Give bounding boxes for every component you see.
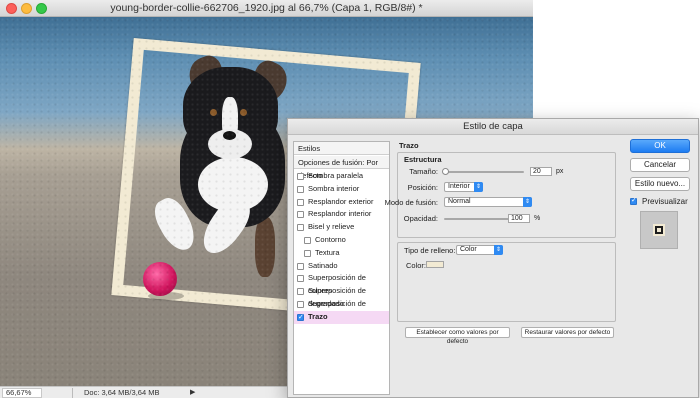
document-size-info: Doc: 3,64 MB/3,64 MB: [84, 388, 160, 397]
dog-eye-right: [240, 109, 247, 116]
fill-type-group: Tipo de relleno: Color ⇕ Color:: [397, 242, 616, 322]
style-item-label: Trazo: [308, 311, 328, 321]
style-preview-thumbnail: [640, 211, 678, 249]
style-item-checkbox[interactable]: [297, 211, 304, 219]
style-item-label: Resplandor interior: [308, 209, 372, 219]
stroke-color-swatch[interactable]: [426, 261, 444, 268]
structure-title: Estructura: [404, 155, 442, 164]
size-slider-thumb[interactable]: [442, 168, 449, 175]
style-item-label: Sombra interior: [308, 183, 360, 193]
blend-mode-value: Normal: [448, 198, 471, 205]
style-item-label: Resplandor exterior: [308, 196, 374, 206]
chevron-updown-icon: ⇕: [523, 197, 532, 207]
style-item-checkbox[interactable]: [304, 249, 311, 257]
style-item-checkbox[interactable]: [304, 237, 311, 244]
style-item-checkbox[interactable]: [297, 185, 304, 193]
fill-type-label: Tipo de relleno:: [404, 246, 456, 255]
position-select[interactable]: Interior ⇕: [444, 182, 483, 192]
pink-ball: [143, 262, 177, 296]
size-input[interactable]: 20: [530, 167, 552, 176]
style-item-checkbox[interactable]: [297, 224, 304, 232]
style-item[interactable]: Trazo: [294, 310, 389, 325]
new-style-button[interactable]: Estilo nuevo...: [630, 177, 690, 191]
set-default-button[interactable]: Establecer como valores por defecto: [405, 327, 510, 345]
stroke-section-title: Trazo: [399, 141, 419, 150]
style-item-checkbox[interactable]: [297, 275, 304, 283]
style-item[interactable]: Superposición de motivo: [294, 298, 389, 321]
style-item[interactable]: Resplandor interior: [294, 208, 389, 221]
document-title: young-border-collie-662706_1920.jpg al 6…: [110, 2, 423, 14]
layer-style-dialog: Estilo de capa Estilos Opciones de fusió…: [287, 118, 699, 398]
position-value: Interior: [448, 183, 470, 190]
ok-button[interactable]: OK: [630, 139, 690, 153]
style-item-checkbox[interactable]: [297, 198, 304, 206]
zoom-field[interactable]: 66,67%: [2, 388, 42, 398]
size-slider-track[interactable]: [444, 171, 524, 173]
preview-swatch: [653, 224, 665, 236]
chevron-updown-icon: ⇕: [494, 245, 503, 255]
opacity-input[interactable]: 100: [508, 214, 530, 223]
preview-checkbox[interactable]: [630, 196, 637, 205]
opacity-unit: %: [534, 215, 541, 222]
stroke-panel: Trazo Estructura Tamaño: 20 px Posición:…: [385, 138, 618, 393]
style-item[interactable]: Satinado: [294, 260, 389, 273]
size-unit: px: [556, 168, 564, 175]
dog-nose: [223, 131, 236, 140]
style-item[interactable]: Superposición de degradado: [294, 285, 389, 308]
structure-group: Estructura Tamaño: 20 px Posición: Inter…: [385, 152, 616, 238]
style-item-checkbox[interactable]: [297, 262, 304, 270]
fill-type-select[interactable]: Color ⇕: [456, 245, 503, 255]
chevron-updown-icon: ⇕: [474, 182, 483, 192]
preview-toggle[interactable]: Previsualizar: [630, 196, 698, 208]
color-label: Color:: [406, 261, 427, 270]
blend-mode-label: Modo de fusión:: [384, 198, 438, 207]
blend-mode-select[interactable]: Normal ⇕: [444, 197, 532, 207]
dog-eye-left: [210, 109, 217, 116]
style-item[interactable]: Resplandor exterior: [294, 196, 389, 209]
style-item-checkbox[interactable]: [297, 173, 304, 180]
style-item-label: Textura: [315, 247, 340, 257]
status-divider: [72, 388, 73, 398]
styles-list: Estilos Opciones de fusión: Por defecto …: [293, 141, 390, 395]
status-menu-arrow-icon[interactable]: ▶: [190, 388, 195, 398]
size-label: Tamaño:: [409, 167, 438, 176]
style-item-label: Contorno: [315, 235, 346, 244]
style-item-checkbox[interactable]: [297, 288, 304, 296]
style-item[interactable]: Bisel y relieve: [294, 221, 389, 234]
style-item[interactable]: Contorno: [294, 234, 389, 247]
style-item-checkbox[interactable]: [297, 312, 304, 325]
style-item-checkbox[interactable]: [297, 301, 304, 308]
blending-options-item[interactable]: Opciones de fusión: Por defecto: [294, 156, 389, 180]
position-label: Posición:: [407, 183, 438, 192]
reset-default-button[interactable]: Restaurar valores por defecto: [521, 327, 614, 338]
fill-type-value: Color: [460, 246, 477, 253]
style-item[interactable]: Sombra paralela: [294, 170, 389, 183]
cancel-button[interactable]: Cancelar: [630, 158, 690, 172]
document-titlebar[interactable]: young-border-collie-662706_1920.jpg al 6…: [0, 0, 533, 17]
styles-header[interactable]: Estilos: [294, 142, 389, 155]
style-item-label: Satinado: [308, 260, 338, 270]
dialog-title: Estilo de capa: [463, 121, 523, 132]
dog-back-leg: [255, 217, 275, 277]
style-item-label: Sombra paralela: [308, 171, 364, 180]
style-item[interactable]: Sombra interior: [294, 183, 389, 196]
dialog-titlebar[interactable]: Estilo de capa: [288, 119, 698, 135]
style-item[interactable]: Superposición de colores: [294, 272, 389, 295]
opacity-label: Opacidad:: [403, 214, 438, 223]
preview-label: Previsualizar: [642, 197, 688, 206]
style-item[interactable]: Textura: [294, 247, 389, 260]
style-item-label: Bisel y relieve: [308, 222, 355, 232]
